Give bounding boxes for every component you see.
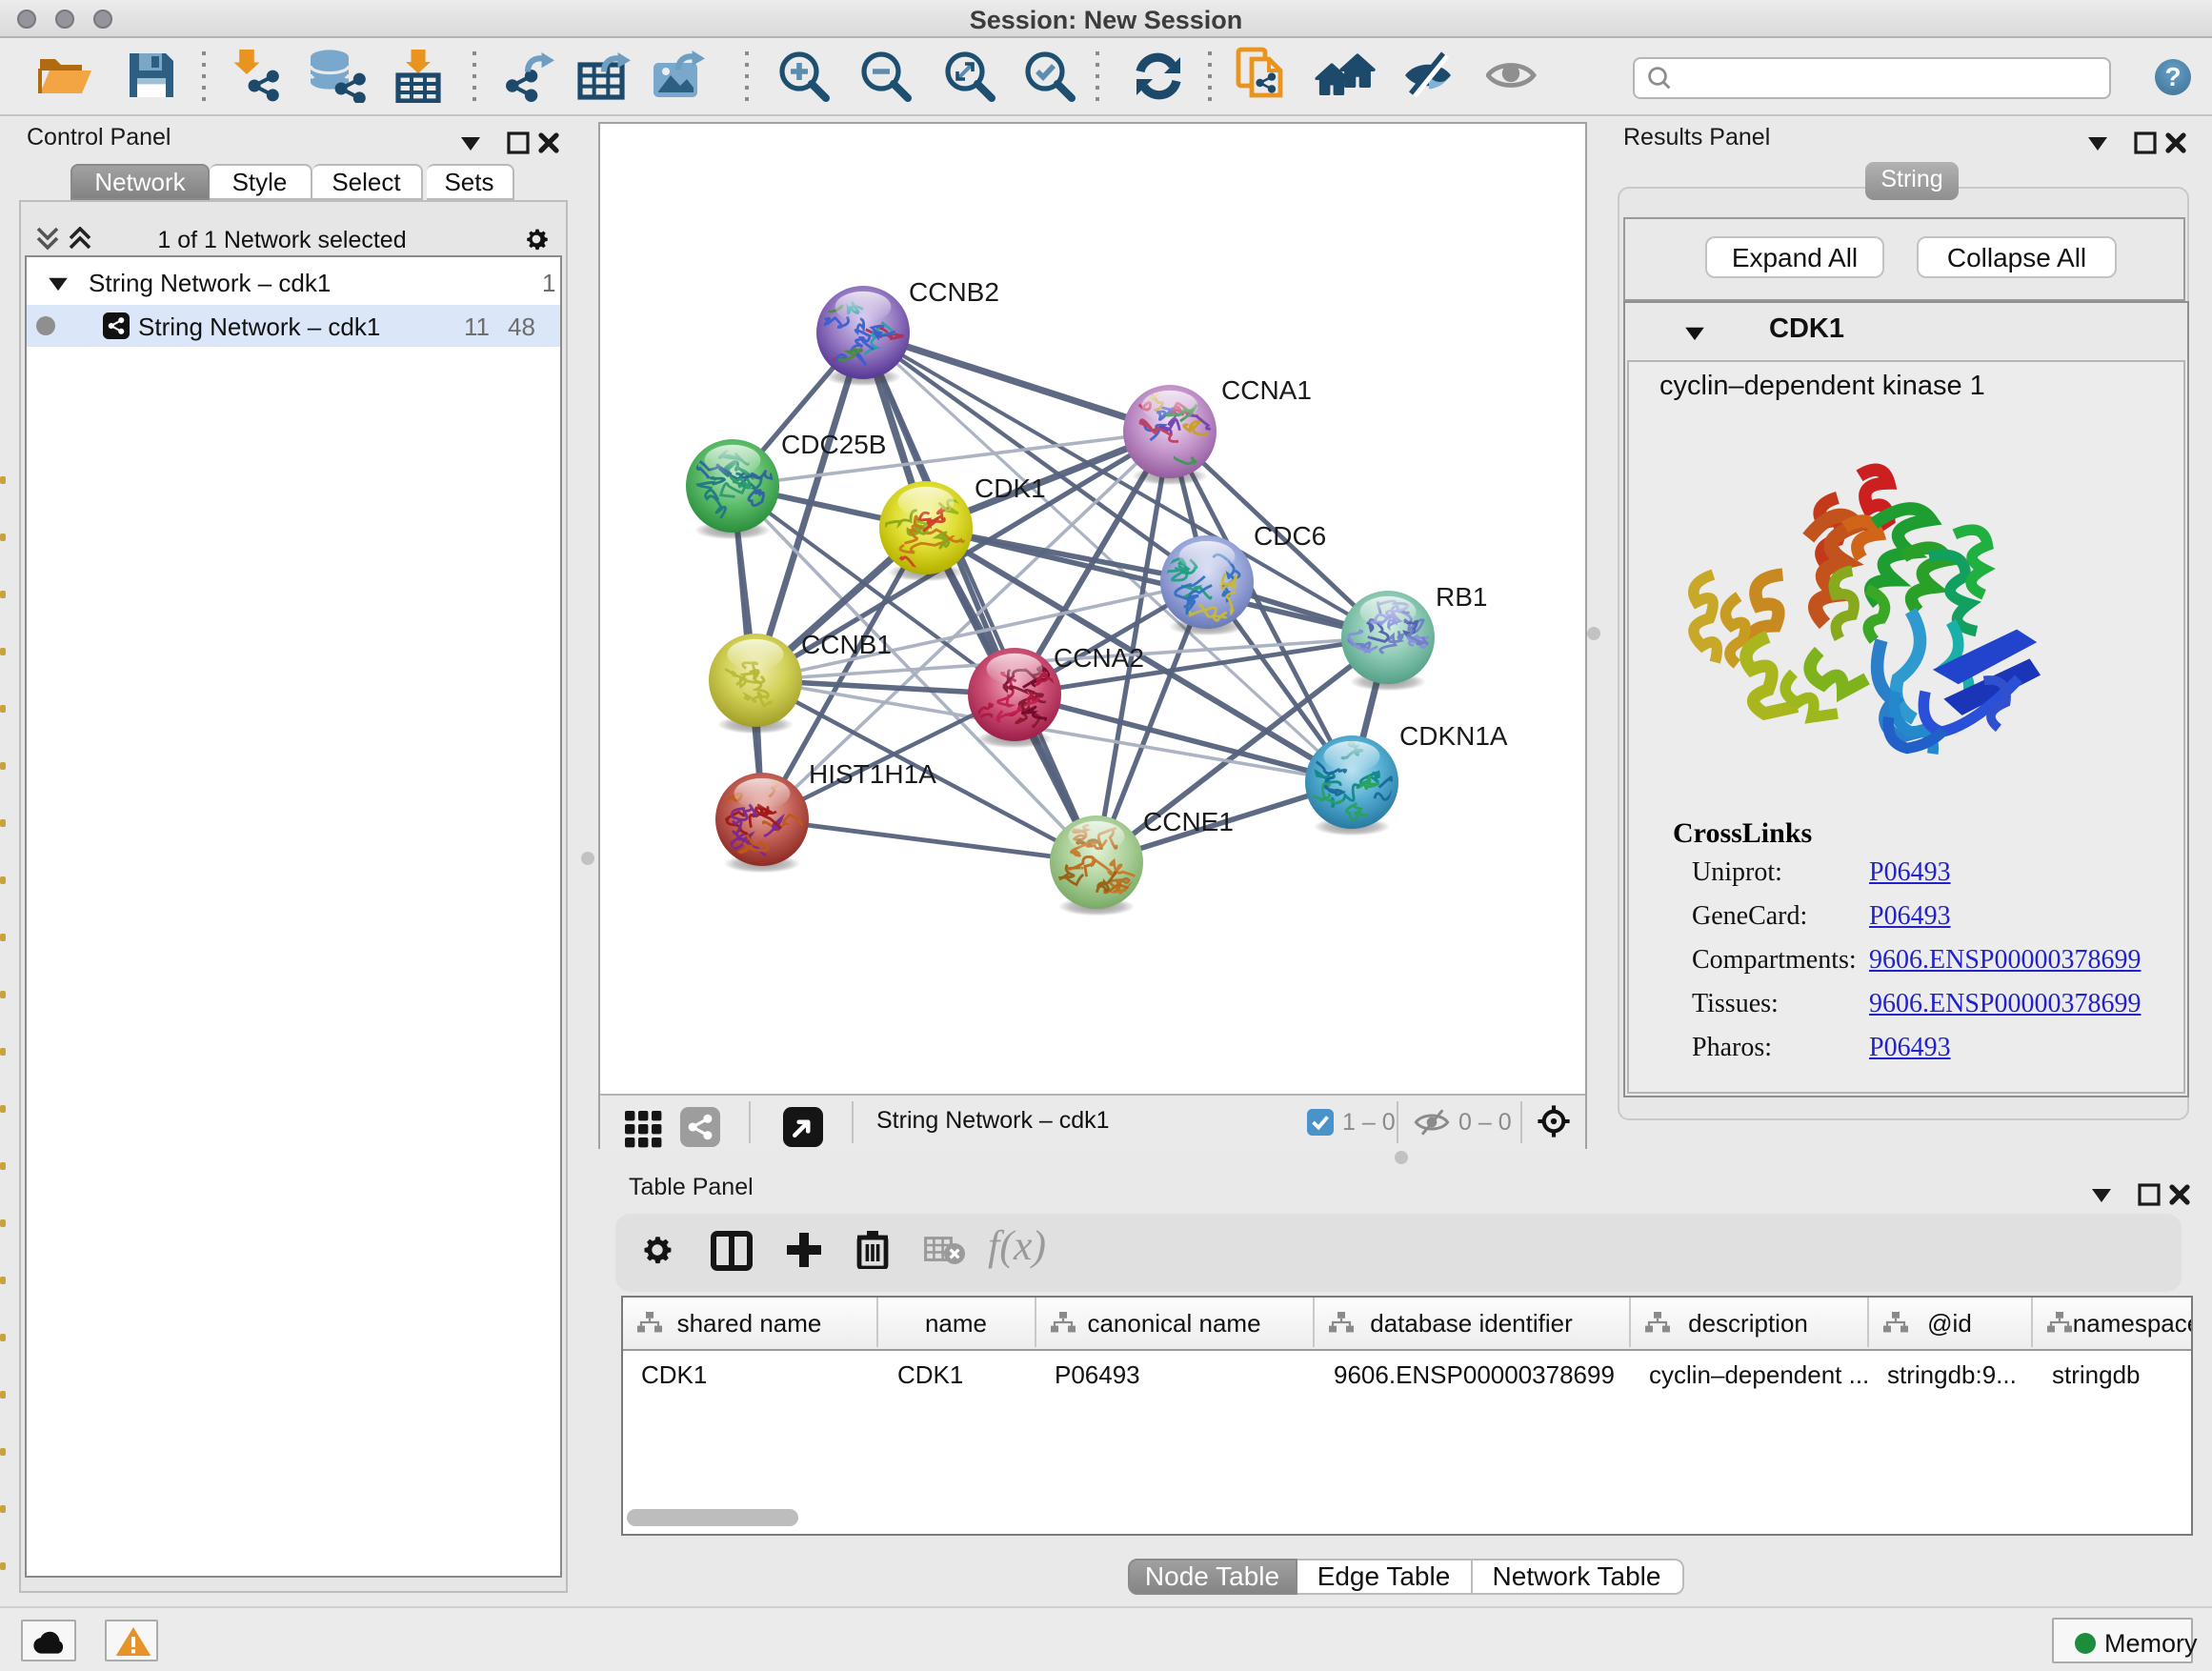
svg-text:CDC25B: CDC25B — [780, 429, 885, 458]
svg-text:RB1: RB1 — [1435, 581, 1486, 611]
svg-text:CCNB1: CCNB1 — [800, 629, 891, 658]
svg-text:CCNE1: CCNE1 — [1142, 806, 1233, 836]
svg-text:CDK1: CDK1 — [974, 473, 1045, 502]
svg-text:HIST1H1A: HIST1H1A — [808, 758, 935, 788]
svg-text:CDKN1A: CDKN1A — [1398, 720, 1507, 750]
svg-text:CCNA1: CCNA1 — [1220, 374, 1311, 404]
svg-text:CCNB2: CCNB2 — [908, 276, 998, 306]
svg-text:CCNA2: CCNA2 — [1053, 642, 1143, 672]
svg-text:CDC6: CDC6 — [1253, 520, 1325, 550]
